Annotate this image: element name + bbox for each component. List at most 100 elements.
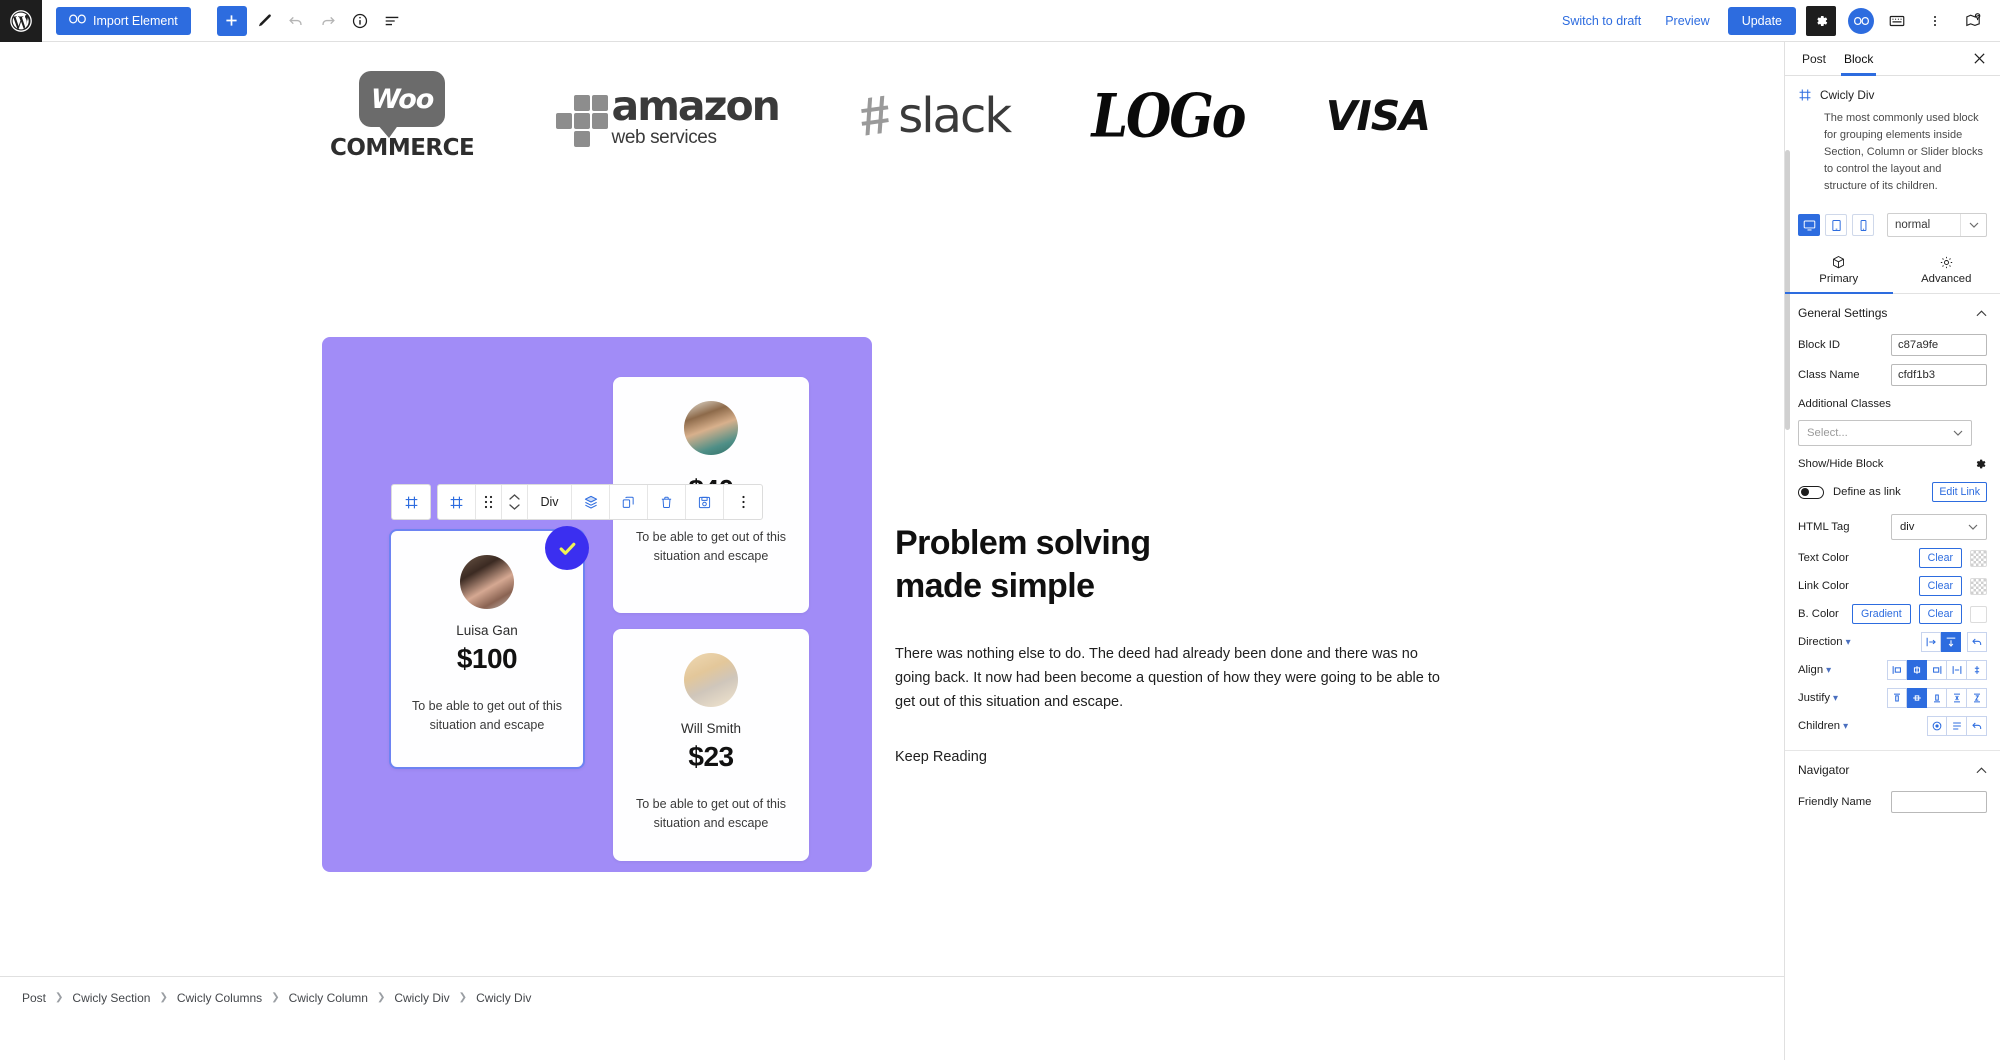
link-color-clear-button[interactable]: Clear <box>1918 576 1962 597</box>
link-icon <box>69 14 86 27</box>
html-tag-value: div <box>1900 521 1915 534</box>
plus-icon[interactable] <box>216 5 247 36</box>
text-color-swatch[interactable] <box>1970 549 1987 567</box>
show-hide-block-row: Show/Hide Block <box>1785 450 2000 478</box>
tab-block[interactable]: Block <box>1835 42 1882 76</box>
justify-center-button[interactable] <box>1907 688 1927 709</box>
text-color-clear-button[interactable]: Clear <box>1918 548 1962 569</box>
tablet-icon[interactable] <box>1825 214 1847 237</box>
keyboard-icon[interactable] <box>1882 6 1912 36</box>
children-target-button[interactable] <box>1927 716 1947 737</box>
pricing-cards: Luisa Gan $100 To be able to get out of … <box>322 337 872 872</box>
pricing-card-description: To be able to get out of this situation … <box>635 530 787 563</box>
children-wrap-button[interactable] <box>1947 716 1967 737</box>
pricing-card-name: Will Smith <box>681 721 741 736</box>
navigator-header[interactable]: Navigator <box>1785 751 2000 787</box>
align-stretch-button[interactable] <box>1947 660 1967 681</box>
cwicly-block-icon[interactable] <box>438 485 476 519</box>
align-buttons <box>1887 660 1987 681</box>
pricing-card-name: Luisa Gan <box>456 623 518 638</box>
undo-arrow-icon[interactable] <box>281 6 311 36</box>
link-color-swatch[interactable] <box>1970 577 1987 595</box>
direction-column-button[interactable] <box>1941 632 1961 653</box>
friendly-name-input[interactable] <box>1891 791 1987 814</box>
block-parent-group <box>391 484 431 520</box>
trash-icon[interactable] <box>648 485 686 519</box>
gradient-button[interactable]: Gradient <box>1852 604 1911 625</box>
body-paragraph[interactable]: There was nothing else to do. The deed h… <box>895 643 1455 715</box>
breadcrumb-item-cwicly-div[interactable]: Cwicly Div <box>394 991 449 1005</box>
pencil-icon[interactable] <box>249 6 279 36</box>
gear-icon[interactable] <box>1806 5 1836 36</box>
cwicly-block-icon[interactable] <box>392 485 430 519</box>
pricing-section[interactable]: Luisa Gan $100 To be able to get out of … <box>322 337 872 872</box>
text-color-label: Text Color <box>1798 552 1849 565</box>
breadcrumb-item-cwicly-div-child[interactable]: Cwicly Div <box>476 991 531 1005</box>
children-row: Children ▾ <box>1785 712 2000 740</box>
list-view-icon[interactable] <box>377 6 407 36</box>
tab-post[interactable]: Post <box>1793 42 1835 76</box>
update-button[interactable]: Update <box>1727 6 1796 35</box>
avatar <box>684 401 738 455</box>
map-pin-icon[interactable] <box>1958 6 1988 36</box>
page-title[interactable]: Problem solving made simple <box>895 522 1455 607</box>
drag-handle-icon[interactable] <box>476 485 502 519</box>
logo-amazon-web-services: amazon web services <box>555 85 781 147</box>
switch-to-draft-button[interactable]: Switch to draft <box>1552 14 1651 28</box>
import-element-button[interactable]: Import Element <box>56 6 191 35</box>
keep-reading-link[interactable]: Keep Reading <box>895 749 1455 765</box>
html-tag-select[interactable]: div <box>1891 514 1987 541</box>
tab-advanced[interactable]: Advanced <box>1893 247 2000 293</box>
additional-classes-placeholder: Select... <box>1807 427 1848 440</box>
additional-classes-select[interactable]: Select... <box>1798 420 1972 447</box>
justify-space-around-button[interactable] <box>1967 688 1987 709</box>
background-color-clear-button[interactable]: Clear <box>1918 604 1962 625</box>
copy-icon[interactable] <box>610 485 648 519</box>
define-as-link-toggle[interactable] <box>1798 485 1824 499</box>
redo-arrow-icon[interactable] <box>313 6 343 36</box>
align-center-button[interactable] <box>1907 660 1927 681</box>
justify-space-between-button[interactable] <box>1947 688 1967 709</box>
direction-row-button[interactable] <box>1921 632 1941 653</box>
logo-visa-word: VISA <box>1325 92 1431 140</box>
align-end-button[interactable] <box>1927 660 1947 681</box>
direction-reset-button[interactable] <box>1967 632 1987 653</box>
breadcrumb-item-cwicly-columns[interactable]: Cwicly Columns <box>177 991 262 1005</box>
info-circle-icon[interactable] <box>345 6 375 36</box>
wordpress-icon[interactable] <box>0 0 42 42</box>
more-vertical-icon[interactable] <box>724 485 762 519</box>
tab-primary[interactable]: Primary <box>1785 247 1893 295</box>
state-select[interactable]: normal <box>1887 213 1987 238</box>
general-settings-header[interactable]: General Settings <box>1785 294 2000 330</box>
edit-link-button[interactable]: Edit Link <box>1932 482 1987 503</box>
chevron-down-icon <box>1960 214 1979 237</box>
move-block-buttons[interactable] <box>502 485 528 519</box>
html-tag-row: HTML Tag div <box>1785 510 2000 544</box>
children-reset-button[interactable] <box>1967 716 1987 737</box>
check-icon[interactable] <box>545 526 589 570</box>
sidebar-tabs: Post Block <box>1785 42 2000 76</box>
align-start-button[interactable] <box>1887 660 1907 681</box>
justify-start-button[interactable] <box>1887 688 1907 709</box>
block-tag-label[interactable]: Div <box>528 485 572 519</box>
close-icon[interactable] <box>1967 52 1992 65</box>
pricing-card[interactable]: Will Smith $23 To be able to get out of … <box>613 629 809 861</box>
more-vertical-icon[interactable] <box>1920 6 1950 36</box>
gear-icon[interactable] <box>1973 457 1987 471</box>
background-color-swatch[interactable] <box>1970 605 1987 623</box>
justify-end-button[interactable] <box>1927 688 1947 709</box>
layers-icon[interactable] <box>572 485 610 519</box>
block-id-input[interactable]: c87a9fe <box>1891 334 1987 357</box>
align-baseline-button[interactable] <box>1967 660 1987 681</box>
preview-button[interactable]: Preview <box>1655 14 1719 28</box>
pricing-card-description: To be able to get out of this situation … <box>411 699 563 732</box>
class-name-input[interactable]: cfdf1b3 <box>1891 364 1987 387</box>
desktop-icon[interactable] <box>1798 214 1820 237</box>
breadcrumb-item-cwicly-column[interactable]: Cwicly Column <box>289 991 368 1005</box>
pricing-card-price: $23 <box>688 741 734 772</box>
mobile-icon[interactable] <box>1852 214 1874 237</box>
save-disk-icon[interactable] <box>686 485 724 519</box>
breadcrumb-item-cwicly-section[interactable]: Cwicly Section <box>72 991 150 1005</box>
cwicly-link-icon[interactable] <box>1848 7 1874 34</box>
breadcrumb-item-post[interactable]: Post <box>22 991 46 1005</box>
